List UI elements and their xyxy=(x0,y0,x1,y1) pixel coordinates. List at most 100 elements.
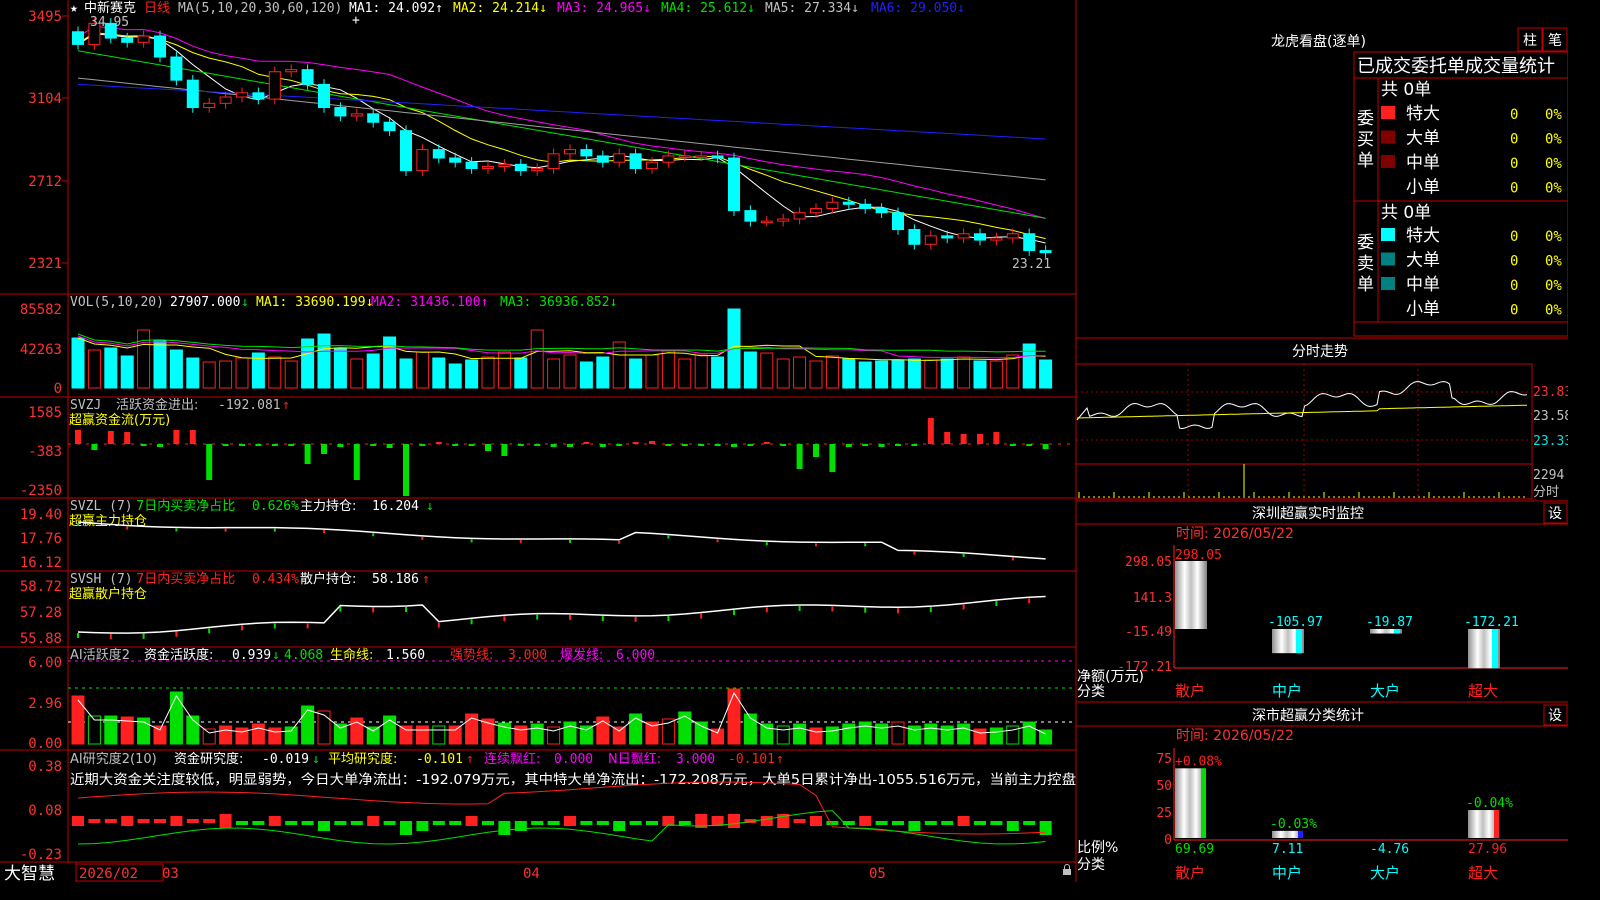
volume-bar[interactable] xyxy=(366,353,380,389)
main-panel[interactable]: 3495 3104 2712 2321 ★ 中新赛克 日线 MA(5,10,20… xyxy=(28,0,1052,272)
candle-body[interactable] xyxy=(252,92,265,100)
candle-body[interactable] xyxy=(646,161,658,170)
svzj-bar[interactable] xyxy=(353,444,360,480)
volume-bar[interactable] xyxy=(596,356,610,389)
svzj-bar[interactable] xyxy=(452,444,459,446)
volume-bar[interactable] xyxy=(940,358,954,389)
svzj-bar[interactable] xyxy=(140,444,147,446)
yanjiu-bar[interactable] xyxy=(170,816,183,826)
volume-bar[interactable] xyxy=(629,358,643,389)
volume-bar[interactable] xyxy=(973,360,987,389)
svzj-bar[interactable] xyxy=(993,432,1000,444)
volume-bar[interactable] xyxy=(350,358,364,389)
svzj-bar[interactable] xyxy=(124,432,131,444)
yanjiu-bar[interactable] xyxy=(646,821,658,825)
yanjiu-bar[interactable] xyxy=(268,816,281,826)
svzj-bar[interactable] xyxy=(321,444,327,454)
huoyue-bar[interactable] xyxy=(153,725,167,745)
yanjiu-bar[interactable] xyxy=(728,814,740,828)
stat2-bar[interactable] xyxy=(1175,768,1205,838)
volume-bar[interactable] xyxy=(743,351,757,389)
yanjiu-bar[interactable] xyxy=(400,821,412,835)
svzl-panel[interactable]: 19.40 17.76 16.12 SVZL (7) 7日内买卖净占比 0.62… xyxy=(20,498,1046,571)
svzj-bar[interactable] xyxy=(599,444,606,447)
volume-bar[interactable] xyxy=(924,359,938,389)
yanjiu-bar[interactable] xyxy=(760,816,773,826)
svzj-bar[interactable] xyxy=(91,444,98,450)
huoyue-bar[interactable] xyxy=(563,721,577,745)
huoyue-bar[interactable] xyxy=(793,723,807,745)
yanjiu-bar[interactable] xyxy=(826,821,839,825)
monitor-bar[interactable] xyxy=(1175,561,1207,629)
candle-body[interactable] xyxy=(219,96,232,104)
yanjiu-bar[interactable] xyxy=(957,816,970,826)
yanjiu-bar[interactable] xyxy=(104,819,117,823)
candle-body[interactable] xyxy=(465,161,478,170)
candle-body[interactable] xyxy=(1006,233,1019,239)
svzj-bar[interactable] xyxy=(813,444,819,457)
huoyue-bar[interactable] xyxy=(202,728,216,745)
candle-body[interactable] xyxy=(859,203,872,210)
volume-bar[interactable] xyxy=(169,349,183,389)
candle-body[interactable] xyxy=(203,102,216,109)
huoyue-bar[interactable] xyxy=(776,725,790,745)
huoyue-bar[interactable] xyxy=(169,691,183,745)
candle-body[interactable] xyxy=(1023,233,1036,252)
svzj-bar[interactable] xyxy=(1009,444,1016,446)
volume-bar[interactable] xyxy=(202,361,216,389)
volume-bar[interactable] xyxy=(645,354,659,389)
volume-bar[interactable] xyxy=(661,350,675,389)
svzj-bar[interactable] xyxy=(403,444,409,496)
yanjiu-bar[interactable] xyxy=(350,821,363,825)
volume-bar[interactable] xyxy=(497,351,511,389)
huoyue-bar[interactable] xyxy=(989,727,1003,745)
candle-body[interactable] xyxy=(498,163,511,167)
svzj-bar[interactable] xyxy=(485,444,491,451)
candle-body[interactable] xyxy=(121,37,134,43)
svzj-bar[interactable] xyxy=(468,444,475,446)
candle-body[interactable] xyxy=(924,235,937,245)
svzj-bar[interactable] xyxy=(567,444,573,447)
huoyue-bar[interactable] xyxy=(760,723,774,745)
zhu-button[interactable]: 柱 xyxy=(1517,27,1543,52)
huoyue-bar[interactable] xyxy=(940,725,954,745)
svzj-bar[interactable] xyxy=(534,444,541,446)
yanjiu-bar[interactable] xyxy=(629,821,642,825)
yanjiu-bar[interactable] xyxy=(1039,821,1052,835)
stat2-bar[interactable] xyxy=(1468,810,1498,838)
svzj-bar[interactable] xyxy=(731,444,737,447)
volume-bar[interactable] xyxy=(793,356,807,389)
svzj-bar[interactable] xyxy=(632,442,639,444)
yanjiu-bar[interactable] xyxy=(236,821,248,825)
svzj-bar[interactable] xyxy=(829,444,836,472)
svzj-bar[interactable] xyxy=(878,444,885,447)
candle-body[interactable] xyxy=(629,153,642,170)
svzj-bar[interactable] xyxy=(714,444,721,446)
candle-body[interactable] xyxy=(875,208,888,214)
huoyue-bar[interactable] xyxy=(268,727,282,745)
yanjiu-bar[interactable] xyxy=(613,821,626,831)
huoyue-bar[interactable] xyxy=(415,725,429,745)
yanjiu-bar[interactable] xyxy=(416,821,429,831)
svzj-bar[interactable] xyxy=(189,430,196,444)
svzj-bar[interactable] xyxy=(239,444,245,446)
candle-body[interactable] xyxy=(744,210,757,222)
candle-body[interactable] xyxy=(400,130,412,172)
candle-body[interactable] xyxy=(580,149,593,157)
huoyue-bar[interactable] xyxy=(1022,721,1036,745)
volume-bar[interactable] xyxy=(612,341,626,389)
yanjiu-bar[interactable] xyxy=(88,819,101,823)
volume-bar[interactable] xyxy=(317,333,331,389)
svzj-bar[interactable] xyxy=(747,444,754,446)
yanjiu-bar[interactable] xyxy=(432,821,445,825)
candle-body[interactable] xyxy=(941,235,954,239)
yanjiu-bar[interactable] xyxy=(449,821,462,825)
yanjiu-panel[interactable]: 0.38 0.08 -0.23 AI研究度2(10) 资金研究度: -0.019… xyxy=(20,751,1076,863)
candle-body[interactable] xyxy=(547,153,560,170)
yanjiu-bar[interactable] xyxy=(990,821,1003,825)
yanjiu-bar[interactable] xyxy=(383,821,396,825)
volume-bar[interactable] xyxy=(219,360,233,389)
svzj-bar[interactable] xyxy=(370,444,377,446)
yanjiu-bar[interactable] xyxy=(318,821,330,831)
volume-bar[interactable] xyxy=(268,356,282,389)
